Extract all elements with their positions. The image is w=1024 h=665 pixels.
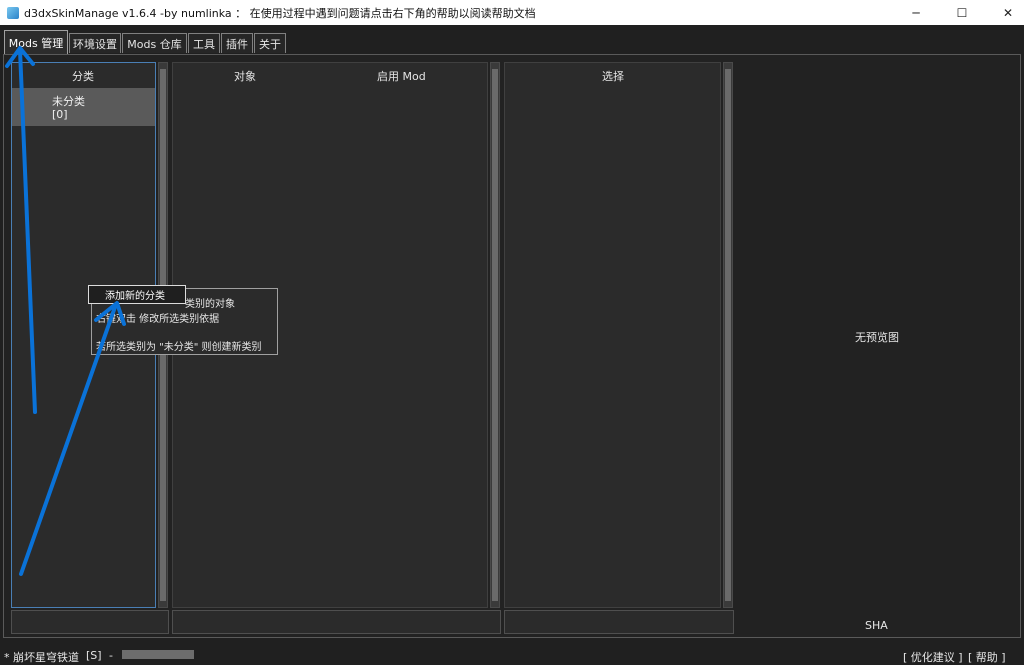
tab-about[interactable]: 关于	[254, 33, 286, 53]
category-item-name: 未分类	[52, 95, 85, 108]
window-title: d3dxSkinManage v1.6.4 -by numlinka ： 在使用…	[24, 6, 536, 20]
tab-tools[interactable]: 工具	[188, 33, 220, 53]
object-column-header[interactable]: 对象	[234, 68, 256, 84]
tooltip-line-1: 类别的对象	[185, 299, 235, 310]
select-search-input[interactable]	[504, 610, 734, 634]
category-search-input[interactable]	[11, 610, 169, 634]
context-menu-add-category[interactable]: 添加新的分类	[88, 285, 186, 304]
tab-plugins[interactable]: 插件	[221, 33, 253, 53]
tab-mods-repository[interactable]: Mods 仓库	[122, 33, 187, 53]
minimize-button[interactable]: ─	[893, 0, 939, 25]
object-scrollbar[interactable]	[490, 62, 500, 608]
app-icon	[7, 6, 19, 19]
status-game: * 崩坏星穹铁道	[4, 651, 79, 664]
suggest-link[interactable]: [ 优化建议 ]	[903, 649, 963, 665]
select-column-header[interactable]: 选择	[602, 68, 624, 84]
help-link[interactable]: [ 帮助 ]	[968, 649, 1006, 665]
object-search-input[interactable]	[172, 610, 501, 634]
maximize-button[interactable]: ☐	[939, 0, 985, 25]
select-panel[interactable]	[504, 62, 721, 608]
status-separator: -	[109, 649, 113, 662]
preview-placeholder: 无预览图	[855, 331, 899, 344]
tooltip-line-3: 若所选类别为 "未分类" 则创建新类别	[96, 342, 262, 353]
status-mode: [S]	[86, 649, 102, 662]
select-scrollbar[interactable]	[723, 62, 733, 608]
tab-bar: Mods 管理 环境设置 Mods 仓库 工具 插件 关于	[0, 25, 1024, 55]
category-item-count: [0]	[52, 108, 68, 121]
status-progress-bar	[122, 650, 194, 659]
category-header[interactable]: 分类	[72, 68, 94, 84]
close-button[interactable]: ✕	[985, 0, 1024, 25]
tooltip-line-2: 右键双击 修改所选类别依据	[96, 314, 220, 325]
enabled-mod-column-header[interactable]: 启用 Mod	[377, 68, 426, 84]
title-bar: d3dxSkinManage v1.6.4 -by numlinka ： 在使用…	[0, 0, 1024, 25]
scrollbar-thumb[interactable]	[725, 69, 731, 601]
tab-environment-settings[interactable]: 环境设置	[69, 33, 121, 53]
sha-label: SHA	[865, 619, 888, 632]
category-item-uncategorized[interactable]: 未分类 [0]	[12, 88, 155, 126]
scrollbar-thumb[interactable]	[492, 69, 498, 601]
tab-mods-manage[interactable]: Mods 管理	[4, 30, 68, 55]
